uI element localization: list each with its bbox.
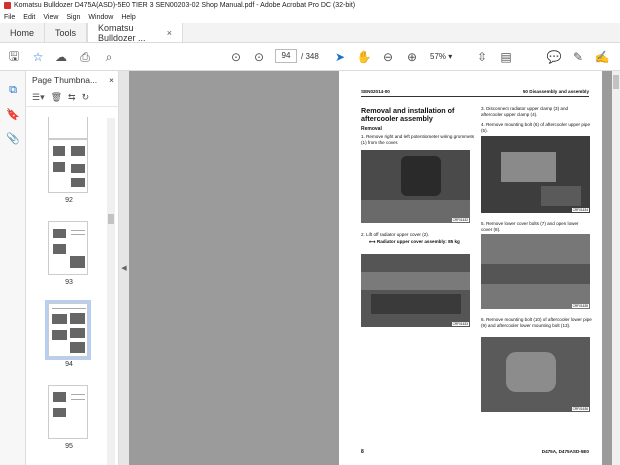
tab-tools[interactable]: Tools <box>45 23 88 42</box>
fit-page-icon[interactable]: ⇳ <box>474 49 490 65</box>
menu-view[interactable]: View <box>43 14 58 21</box>
scroll-mode-icon[interactable]: ▤ <box>498 49 514 65</box>
collapse-panel-button[interactable]: ◀ <box>119 71 129 465</box>
thumbnail-page-91[interactable] <box>48 117 88 139</box>
window-title-bar: Komatsu Bulldozer D475A(ASD)-5E0 TIER 3 … <box>0 0 620 11</box>
select-cursor-icon[interactable]: ➤ <box>332 49 348 65</box>
acrobat-logo-icon <box>4 2 11 9</box>
highlight-pen-icon[interactable]: ✎ <box>570 49 586 65</box>
page-navigator: 94 / 348 <box>275 49 319 63</box>
pdf-page: SEN02014-00 50 Disassembly and assembly … <box>339 71 602 465</box>
toolbar: 🖫 ☆ ☁ ⎙ ⌕ ⊙ ⊙ 94 / 348 ➤ ✋ ⊖ ⊕ 57% ▾ ⇳ ▤… <box>0 43 620 71</box>
step-2-weight-note: ⟷ Radiator upper cover assembly: 85 kg <box>369 239 479 245</box>
page-total: / 348 <box>301 51 319 61</box>
document-scroll-thumb[interactable] <box>613 75 619 89</box>
thumbnail-scroll-thumb[interactable] <box>108 214 114 224</box>
page-footer-model: D475A, D475ASD-5E0 <box>541 449 589 454</box>
thumbnail-page-93[interactable] <box>48 221 88 275</box>
menu-sign[interactable]: Sign <box>66 14 80 21</box>
extract-pages-icon[interactable]: ⇆ <box>68 92 76 103</box>
weight-icon: ⟷ <box>369 239 377 244</box>
document-scrollbar[interactable] <box>612 71 620 465</box>
window-title: Komatsu Bulldozer D475A(ASD)-5E0 TIER 3 … <box>14 2 356 9</box>
page-doc-id: SEN02014-00 <box>361 89 390 94</box>
comment-icon[interactable]: 💬 <box>546 49 562 65</box>
menu-window[interactable]: Window <box>88 14 113 21</box>
upload-cloud-icon[interactable]: ☁ <box>53 49 69 65</box>
tab-document-label: Komatsu Bulldozer ... <box>98 22 146 43</box>
photo-step-5: CRF01635 <box>481 234 590 309</box>
print-icon[interactable]: ⎙ <box>77 49 93 65</box>
zoom-level[interactable]: 57% ▾ <box>430 52 452 61</box>
thumbnails-panel-title: Page Thumbna... <box>32 75 98 85</box>
thumbnail-list[interactable]: 92 93 94 95 <box>26 117 112 465</box>
left-navigation-rail: ⧉ 🔖 📎 <box>0 71 26 465</box>
menu-help[interactable]: Help <box>121 14 135 21</box>
attachments-paperclip-icon[interactable]: 📎 <box>6 131 20 145</box>
zoom-value: 57% <box>430 52 447 61</box>
next-page-icon[interactable]: ⊙ <box>251 49 267 65</box>
close-panel-icon[interactable]: × <box>109 75 114 85</box>
thumbnail-page-94[interactable] <box>45 300 91 360</box>
thumbnail-label-95: 95 <box>65 443 73 450</box>
thumbnail-label-92: 92 <box>65 197 73 204</box>
thumbnail-label-93: 93 <box>65 279 73 286</box>
page-heading: Removal and installation of aftercooler … <box>361 106 455 123</box>
thumbnail-options-icon[interactable]: ☰▾ <box>32 92 45 103</box>
tab-document[interactable]: Komatsu Bulldozer ... × <box>87 22 184 43</box>
rotate-page-icon[interactable]: ↻ <box>82 92 90 103</box>
close-tab-icon[interactable]: × <box>167 28 172 38</box>
hand-tool-icon[interactable]: ✋ <box>356 49 372 65</box>
menu-file[interactable]: File <box>4 14 15 21</box>
page-section-title: 50 Disassembly and assembly <box>522 89 589 94</box>
step-3-text: 3. Disconnect radiator upper clamp (3) a… <box>481 106 569 117</box>
thumbnail-scrollbar[interactable] <box>107 118 115 465</box>
bookmark-star-icon[interactable]: ☆ <box>30 49 46 65</box>
photo-tag-5: CRF01636 <box>571 407 589 411</box>
zoom-out-icon[interactable]: ⊖ <box>380 49 396 65</box>
thumbnail-label-94: 94 <box>65 361 73 368</box>
thumbnail-page-95[interactable] <box>48 385 88 439</box>
weight-note-text: Radiator upper cover assembly: 85 kg <box>376 239 460 244</box>
photo-step-3-4: CRF01634 <box>481 136 590 213</box>
page-footer-number: 8 <box>361 449 364 455</box>
thumbnail-page-92[interactable] <box>48 139 88 193</box>
photo-step-1: CRF01632 <box>361 150 470 223</box>
tab-bar: Home Tools Komatsu Bulldozer ... × <box>0 23 620 43</box>
menu-bar: File Edit View Sign Window Help <box>0 11 620 23</box>
step-6-text: 6. Remove mounting bolt (10) of aftercoo… <box>481 317 592 328</box>
removal-heading: Removal <box>361 126 382 132</box>
photo-tag-2: CRF01633 <box>451 322 469 326</box>
delete-page-icon[interactable]: 🗑 <box>51 92 62 103</box>
photo-tag-4: CRF01635 <box>571 304 589 308</box>
thumbnails-panel: Page Thumbna... × ☰▾ 🗑 ⇆ ↻ 92 93 94 95 <box>26 71 119 465</box>
photo-step-2: CRF01633 <box>361 254 470 327</box>
step-5-text: 5. Remove lower cover bolts (7) and open… <box>481 221 579 232</box>
photo-tag-3: CRF01634 <box>571 208 589 212</box>
header-rule <box>361 96 589 97</box>
thumbnails-panel-header: Page Thumbna... × <box>26 71 118 89</box>
thumbnails-toolbar: ☰▾ 🗑 ⇆ ↻ <box>26 89 118 107</box>
sign-icon[interactable]: ✍ <box>594 49 610 65</box>
page-number-input[interactable]: 94 <box>275 49 297 63</box>
previous-page-icon[interactable]: ⊙ <box>228 49 244 65</box>
menu-edit[interactable]: Edit <box>23 14 35 21</box>
step-4-text: 4. Remove mounting bolt (6) of aftercool… <box>481 122 591 133</box>
photo-step-6: CRF01636 <box>481 337 590 412</box>
bookmarks-icon[interactable]: 🔖 <box>6 107 20 121</box>
page-thumbnails-icon[interactable]: ⧉ <box>6 83 20 97</box>
step-2-text: 2. Lift off radiator upper cover (2). <box>361 232 430 237</box>
tab-home[interactable]: Home <box>0 23 46 42</box>
zoom-in-icon[interactable]: ⊕ <box>404 49 420 65</box>
step-1-text: 1. Remove right and left potentiometer w… <box>361 134 475 145</box>
photo-tag-1: CRF01632 <box>451 218 469 222</box>
zoom-search-icon[interactable]: ⌕ <box>101 49 117 65</box>
save-icon[interactable]: 🖫 <box>6 49 22 65</box>
